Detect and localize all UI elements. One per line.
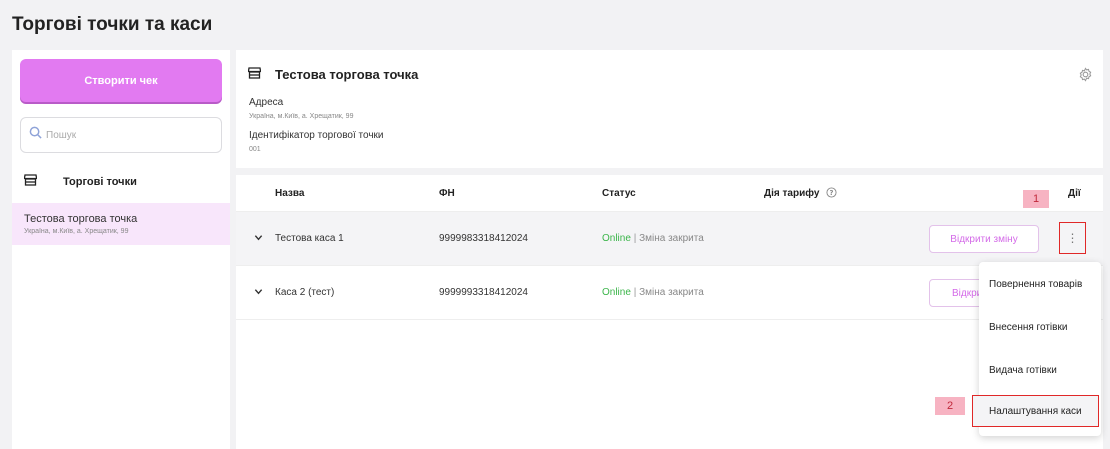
- store-icon: [247, 67, 262, 82]
- sidebar: Створити чек Торгові точки Тестова торго…: [12, 50, 230, 449]
- col-name-header: Назва: [275, 188, 305, 199]
- address-value: Україна, м.Київ, а. Хрещатик, 99: [249, 113, 354, 120]
- sidebar-heading: Торгові точки: [23, 174, 137, 189]
- step-marker-1: 1: [1023, 190, 1049, 208]
- menu-item-return-goods[interactable]: Повернення товарів: [979, 268, 1101, 300]
- online-status: Online: [602, 233, 631, 244]
- register-status: Online | Зміна закрита: [602, 287, 704, 298]
- sidebar-item-address: Україна, м.Київ, а. Хрещатик, 99: [24, 228, 129, 235]
- register-name: Каса 2 (тест): [275, 287, 335, 298]
- shift-status: Зміна закрита: [639, 287, 704, 298]
- chevron-down-icon[interactable]: [254, 233, 263, 245]
- search-box[interactable]: [20, 117, 222, 153]
- address-label: Адреса: [249, 97, 284, 108]
- online-status: Online: [602, 287, 631, 298]
- table-header: Назва ФН Статус Дія тарифу ? Дії: [236, 175, 1103, 212]
- sidebar-heading-label: Торгові точки: [63, 175, 137, 188]
- shift-status: Зміна закрита: [639, 233, 704, 244]
- svg-text:?: ?: [830, 189, 834, 197]
- register-status: Online | Зміна закрита: [602, 233, 704, 244]
- menu-item-cash-deposit[interactable]: Внесення готівки: [979, 311, 1101, 343]
- store-icon: [23, 174, 38, 189]
- info-icon[interactable]: ?: [826, 187, 837, 201]
- col-fn-header: ФН: [439, 188, 455, 199]
- menu-item-cash-withdrawal[interactable]: Видача готівки: [979, 354, 1101, 386]
- store-title-label: Тестова торгова точка: [275, 67, 419, 82]
- more-vertical-icon[interactable]: ⋮: [1059, 222, 1086, 254]
- menu-item-register-settings[interactable]: Налаштування каси: [972, 395, 1099, 427]
- create-receipt-button[interactable]: Створити чек: [20, 59, 222, 102]
- col-status-header: Статус: [602, 188, 636, 199]
- status-separator: |: [633, 233, 637, 244]
- col-actions-header: Дії: [1068, 188, 1081, 199]
- chevron-down-icon[interactable]: [254, 287, 263, 299]
- store-id-value: 001: [249, 146, 261, 153]
- page-title: Торгові точки та каси: [12, 14, 213, 35]
- actions-menu: Повернення товарів Внесення готівки Вида…: [972, 262, 1101, 436]
- table-row[interactable]: Тестова каса 1 9999983318412024 Online |…: [236, 212, 1103, 266]
- step-marker-2: 2: [935, 397, 965, 415]
- sidebar-item-test-store[interactable]: Тестова торгова точка Україна, м.Київ, а…: [12, 203, 230, 245]
- register-name: Тестова каса 1: [275, 233, 344, 244]
- register-fn: 9999983318412024: [439, 233, 528, 244]
- store-card: Тестова торгова точка Адреса Україна, м.…: [236, 50, 1103, 168]
- store-id-label: Ідентифікатор торгової точки: [249, 130, 384, 141]
- gear-icon[interactable]: [1078, 67, 1093, 87]
- table-row[interactable]: Каса 2 (тест) 9999993318412024 Online | …: [236, 266, 1103, 320]
- search-input[interactable]: [46, 129, 206, 141]
- open-shift-button[interactable]: Відкрити зміну: [929, 225, 1039, 253]
- status-separator: |: [633, 287, 637, 298]
- sidebar-item-name: Тестова торгова точка: [24, 213, 138, 225]
- col-tariff-header: Дія тарифу: [764, 188, 820, 199]
- store-title: Тестова торгова точка: [247, 67, 419, 82]
- register-fn: 9999993318412024: [439, 287, 528, 298]
- search-icon: [29, 126, 42, 144]
